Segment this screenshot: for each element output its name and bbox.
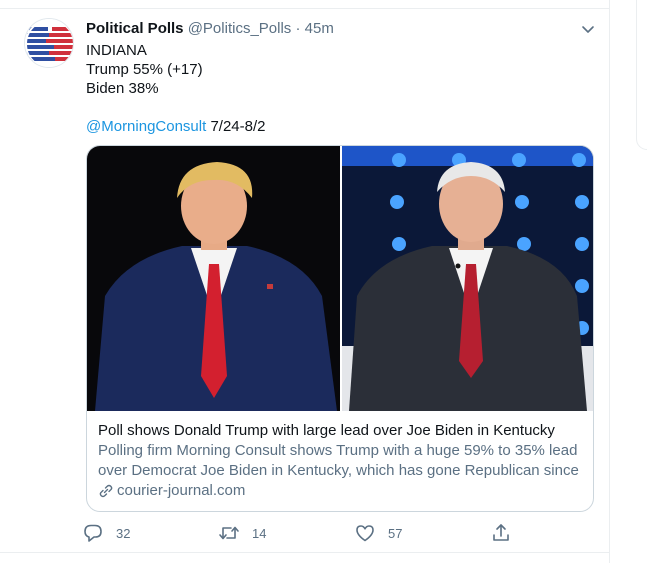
tweet-line: INDIANA: [86, 42, 147, 59]
tweet-header: Political Polls @Politics_Polls · 45m: [86, 20, 334, 38]
card-title[interactable]: Poll shows Donald Trump with large lead …: [98, 421, 584, 441]
card-image: [87, 146, 593, 411]
tweet-text: INDIANA Trump 55% (+17) Biden 38% @Morni…: [86, 41, 266, 136]
card-body: Poll shows Donald Trump with large lead …: [87, 411, 593, 511]
card-description: Polling firm Morning Consult shows Trump…: [98, 442, 579, 479]
like-count: 57: [388, 525, 403, 541]
header-separator: ·: [295, 20, 301, 37]
like-button[interactable]: 57: [354, 522, 402, 544]
user-handle[interactable]: @Politics_Polls: [188, 20, 292, 37]
retweet-button[interactable]: 14: [218, 522, 266, 544]
tweet-line: Biden 38%: [86, 80, 159, 97]
reply-count: 32: [116, 525, 131, 541]
mention-link[interactable]: @MorningConsult: [86, 118, 206, 135]
caret-down-icon: [582, 26, 594, 33]
display-name[interactable]: Political Polls: [86, 20, 184, 37]
share-button[interactable]: [490, 522, 512, 544]
like-icon: [356, 525, 374, 542]
divider-top: [0, 8, 610, 9]
poll-date-range: 7/24-8/2: [206, 118, 266, 135]
timeline-column: Political Polls @Politics_Polls · 45m IN…: [0, 0, 610, 563]
retweet-icon: [219, 526, 239, 540]
reply-button[interactable]: 32: [82, 522, 130, 544]
sidebar-panel-edge: [636, 0, 647, 150]
reply-icon: [84, 524, 102, 542]
divider-bottom: [0, 552, 610, 553]
tweet-line: Trump 55% (+17): [86, 61, 203, 78]
card-domain-text: courier-journal.com: [117, 482, 246, 499]
retweet-count: 14: [252, 525, 267, 541]
candidates-photo: [87, 146, 593, 411]
link-icon: [99, 484, 113, 498]
card-domain: courier-journal.com: [98, 481, 584, 501]
tweet-timestamp[interactable]: 45m: [305, 20, 334, 37]
tweet-actions: 32 14 57: [82, 522, 522, 544]
avatar[interactable]: [24, 18, 74, 68]
link-card[interactable]: Poll shows Donald Trump with large lead …: [86, 145, 594, 512]
tweet-source-line: @MorningConsult 7/24-8/2: [86, 117, 266, 136]
more-options-button[interactable]: [578, 20, 598, 38]
share-icon: [493, 524, 509, 541]
avatar-logo: [25, 19, 73, 67]
